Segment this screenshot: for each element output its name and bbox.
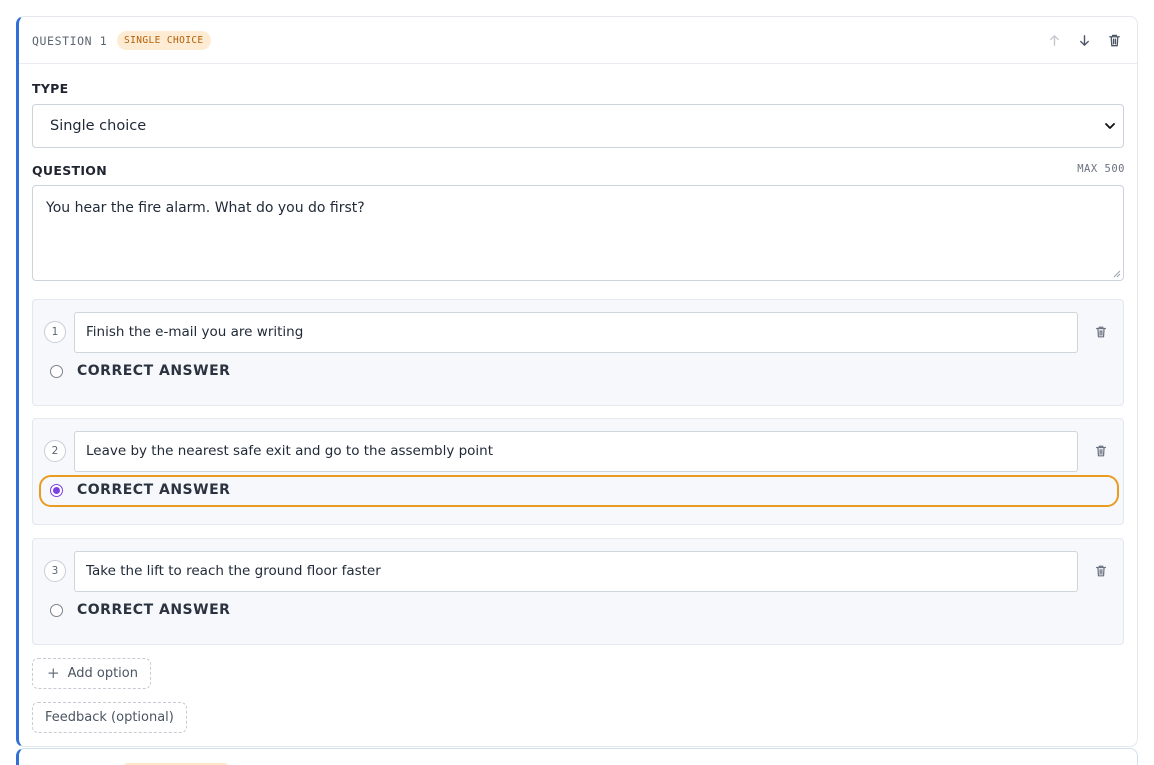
- correct-answer-radio[interactable]: [50, 484, 63, 497]
- option-number: 2: [44, 440, 66, 462]
- feedback-button[interactable]: Feedback (optional): [32, 702, 187, 733]
- resize-grip-icon[interactable]: [1112, 269, 1121, 278]
- add-option-button[interactable]: + Add option: [32, 658, 151, 689]
- question-card: QUESTION 1 SINGLE CHOICE TYPE Single cho…: [16, 16, 1138, 747]
- trash-icon[interactable]: [1094, 563, 1108, 577]
- chevron-down-icon: [1105, 123, 1115, 129]
- question-number: QUESTION 1: [32, 34, 108, 48]
- question-textarea[interactable]: You hear the fire alarm. What do you do …: [32, 185, 1124, 281]
- option-item: 2 Leave by the nearest safe exit and go …: [32, 418, 1124, 525]
- question-label: QUESTION: [32, 163, 107, 178]
- correct-answer-row[interactable]: CORRECT ANSWER: [39, 595, 1119, 627]
- correct-answer-radio[interactable]: [50, 365, 63, 378]
- option-number: 1: [44, 321, 66, 343]
- question-type-select[interactable]: Single choice: [32, 104, 1124, 148]
- option-text-input[interactable]: Take the lift to reach the ground floor …: [74, 551, 1078, 592]
- trash-icon[interactable]: [1094, 324, 1108, 338]
- option-text: Leave by the nearest safe exit and go to…: [86, 443, 494, 459]
- correct-answer-row[interactable]: CORRECT ANSWER: [39, 475, 1119, 507]
- arrow-up-icon[interactable]: [1045, 31, 1063, 49]
- option-text-input[interactable]: Finish the e-mail you are writing: [74, 312, 1078, 353]
- correct-answer-row[interactable]: CORRECT ANSWER: [39, 356, 1119, 388]
- plus-icon: +: [47, 664, 60, 682]
- option-number: 3: [44, 560, 66, 582]
- next-question-card: [16, 748, 1138, 765]
- type-label: TYPE: [32, 81, 69, 96]
- feedback-label: Feedback (optional): [45, 710, 174, 725]
- option-text: Take the lift to reach the ground floor …: [86, 563, 381, 579]
- question-type-value: Single choice: [50, 118, 147, 134]
- question-type-badge: SINGLE CHOICE: [117, 31, 211, 50]
- question-header: QUESTION 1 SINGLE CHOICE: [19, 17, 1137, 64]
- correct-answer-label: CORRECT ANSWER: [77, 482, 231, 498]
- add-option-label: Add option: [67, 666, 138, 681]
- correct-answer-label: CORRECT ANSWER: [77, 602, 231, 618]
- trash-icon[interactable]: [1105, 31, 1123, 49]
- option-text: Finish the e-mail you are writing: [86, 324, 304, 340]
- option-item: 1 Finish the e-mail you are writing CORR…: [32, 299, 1124, 406]
- trash-icon[interactable]: [1094, 443, 1108, 457]
- correct-answer-label: CORRECT ANSWER: [77, 363, 231, 379]
- option-text-input[interactable]: Leave by the nearest safe exit and go to…: [74, 431, 1078, 472]
- max-length-label: MAX 500: [1077, 163, 1125, 175]
- question-text: You hear the fire alarm. What do you do …: [46, 200, 365, 216]
- arrow-down-icon[interactable]: [1075, 31, 1093, 49]
- correct-answer-radio[interactable]: [50, 604, 63, 617]
- option-item: 3 Take the lift to reach the ground floo…: [32, 538, 1124, 645]
